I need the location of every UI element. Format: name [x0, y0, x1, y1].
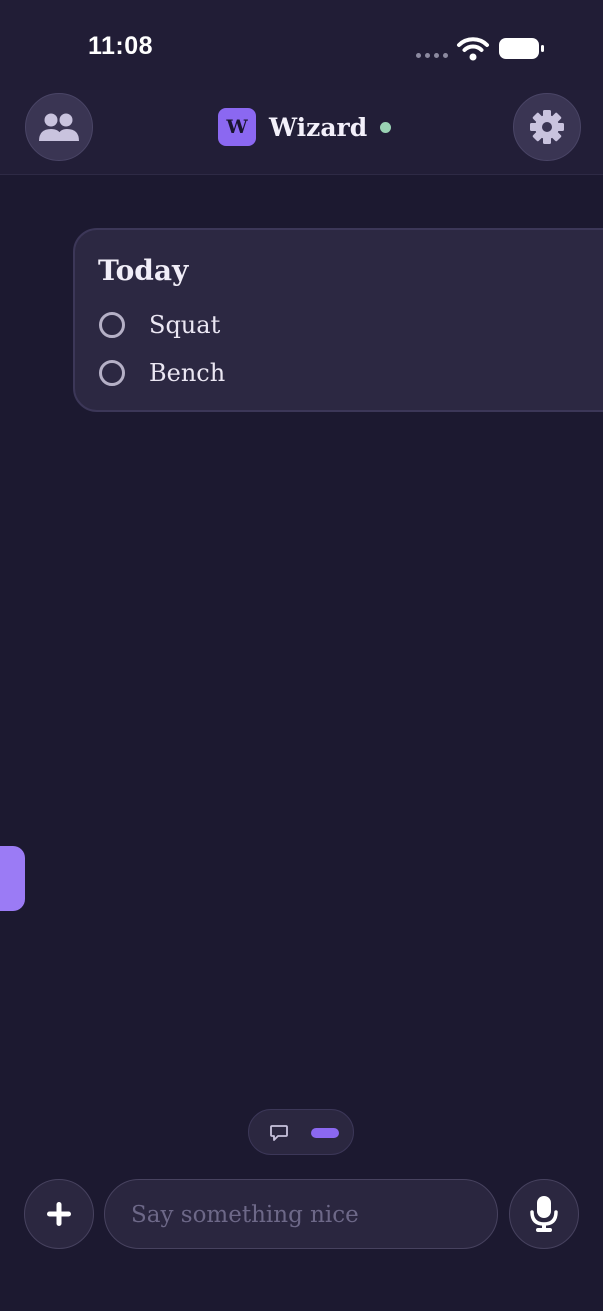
brand-badge: W — [218, 108, 256, 146]
task-checkbox[interactable] — [99, 312, 125, 338]
people-icon — [39, 113, 79, 141]
composer — [0, 1176, 603, 1256]
chat-bubble-icon[interactable] — [269, 1123, 289, 1143]
message-input[interactable] — [129, 1180, 473, 1250]
settings-button[interactable] — [513, 93, 581, 161]
task-label: Squat — [149, 311, 221, 339]
wifi-icon — [457, 37, 489, 61]
task-label: Bench — [149, 359, 226, 387]
brand-name: Wizard — [269, 112, 368, 142]
gear-icon — [530, 110, 564, 144]
plus-icon — [47, 1202, 71, 1226]
battery-icon — [499, 38, 544, 59]
people-button[interactable] — [25, 93, 93, 161]
status-bar: 11:08 — [0, 0, 603, 90]
task-item[interactable]: Bench — [99, 355, 225, 391]
task-item[interactable]: Squat — [99, 307, 220, 343]
mode-toggle[interactable] — [248, 1109, 354, 1155]
microphone-icon — [530, 1196, 558, 1232]
add-button[interactable] — [24, 1179, 94, 1249]
message-field — [104, 1179, 498, 1250]
today-card: Today Squat Bench — [73, 228, 603, 412]
voice-pill-icon[interactable] — [311, 1128, 339, 1138]
signal-dots-icon — [416, 53, 448, 59]
side-drawer-tab[interactable] — [0, 846, 25, 911]
status-time: 11:08 — [88, 32, 154, 60]
card-title: Today — [98, 254, 189, 287]
brand: W Wizard — [218, 107, 392, 147]
online-status-dot — [380, 121, 392, 133]
app-header: W Wizard — [0, 90, 603, 175]
task-checkbox[interactable] — [99, 360, 125, 386]
microphone-button[interactable] — [509, 1179, 579, 1249]
